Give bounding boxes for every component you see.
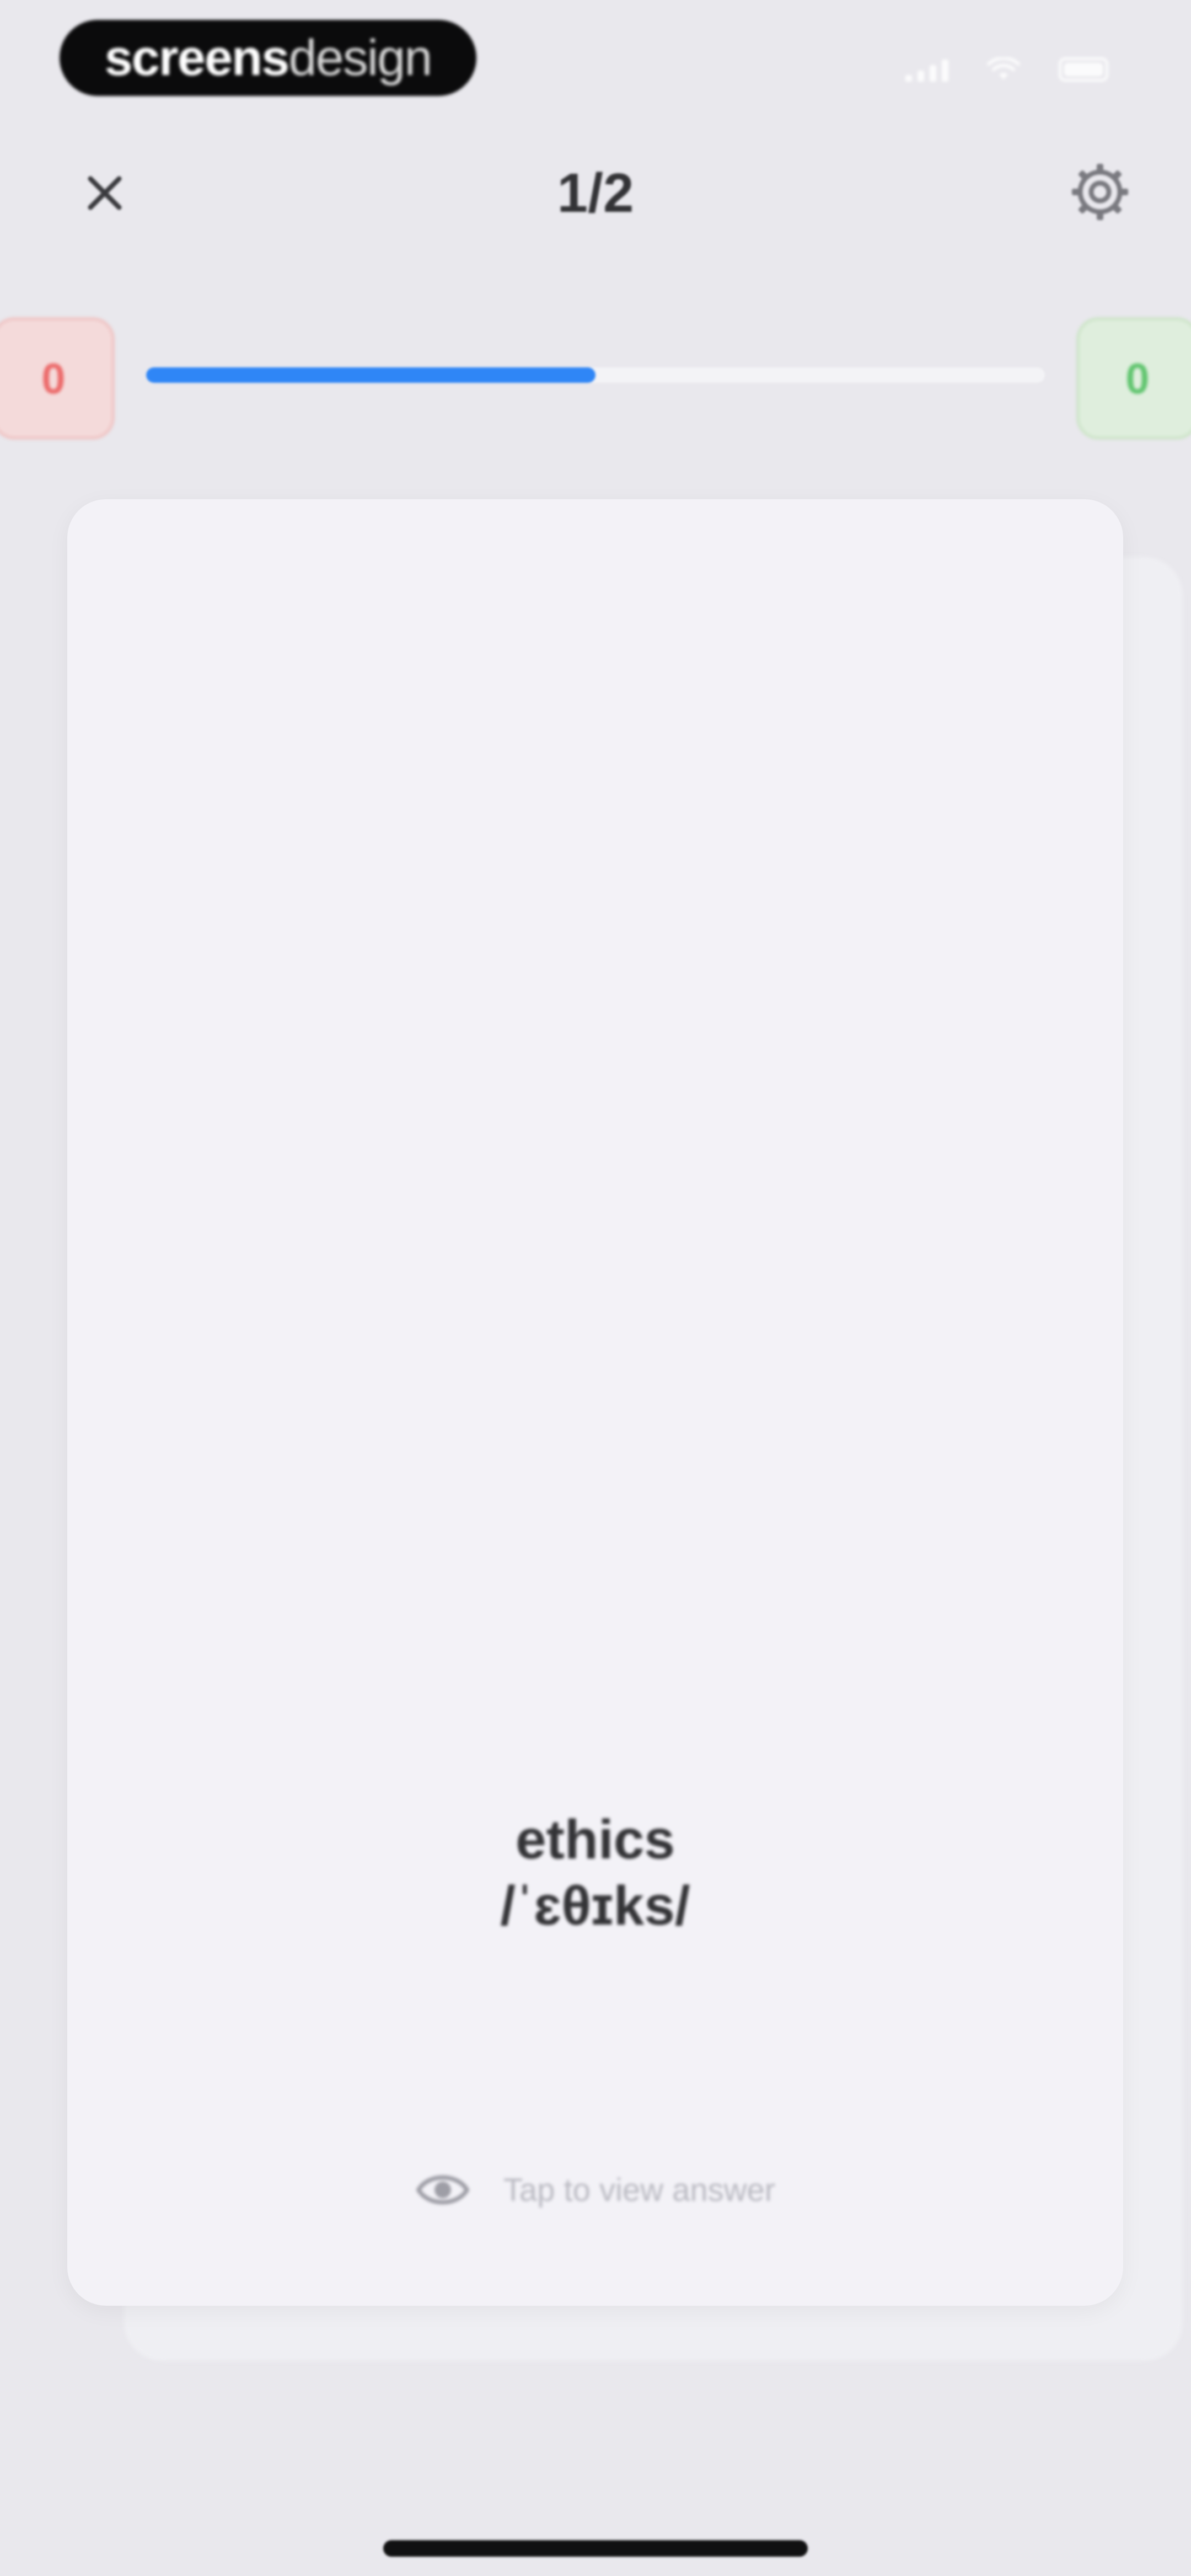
- reveal-answer-text: Tap to view answer: [503, 2172, 776, 2208]
- home-indicator[interactable]: [383, 2540, 808, 2557]
- correct-count: 0: [1125, 354, 1150, 403]
- signal-icon: [905, 57, 948, 82]
- eye-icon: [416, 2175, 469, 2205]
- progress-fill: [146, 367, 596, 383]
- battery-icon: [1059, 57, 1108, 82]
- card-word: ethics: [515, 1809, 675, 1870]
- settings-button[interactable]: [1064, 156, 1136, 228]
- reveal-answer-hint[interactable]: Tap to view answer: [67, 2160, 1123, 2220]
- status-bar-icons: [905, 53, 1108, 86]
- card-counter: 1/2: [557, 162, 634, 224]
- wrong-count-badge: 0: [0, 317, 115, 440]
- brand-watermark: screens design: [60, 20, 476, 96]
- flashcard[interactable]: ethics /ˈɛθɪks/ Tap to view answer: [67, 499, 1123, 2306]
- gear-icon: [1072, 164, 1128, 220]
- brand-strong: screens: [104, 29, 290, 86]
- card-phonetic: /ˈɛθɪks/: [500, 1875, 690, 1937]
- wifi-icon: [987, 57, 1020, 79]
- wrong-count: 0: [41, 354, 66, 403]
- progress-bar: [146, 367, 1045, 383]
- correct-count-badge: 0: [1076, 317, 1191, 440]
- brand-light: design: [288, 29, 432, 86]
- card-front-content: ethics /ˈɛθɪks/: [67, 1807, 1123, 1939]
